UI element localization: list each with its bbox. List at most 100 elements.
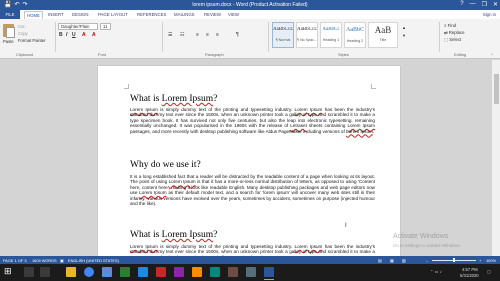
paste-button[interactable]: Paste	[3, 39, 14, 44]
minimize-button[interactable]: —	[470, 1, 476, 8]
clock-date[interactable]: 5/31/2020	[460, 273, 479, 278]
notifications-icon[interactable]: ▢	[487, 269, 491, 274]
find-button[interactable]: ⌕ Find	[444, 23, 456, 28]
align-right-icon[interactable]: ≡	[216, 32, 219, 38]
app-icon[interactable]	[138, 267, 148, 277]
tab-insert[interactable]: INSERT	[48, 12, 64, 17]
file-explorer-icon[interactable]	[66, 267, 76, 277]
help-button[interactable]: ?	[460, 1, 463, 8]
print-layout-icon[interactable]: ▦	[390, 258, 394, 263]
close-button[interactable]: ✕	[493, 1, 498, 8]
app-icon[interactable]	[120, 267, 130, 277]
zoom-out-button[interactable]: –	[426, 258, 428, 263]
zoom-level[interactable]: 100%	[486, 258, 496, 263]
heading-why-do-we-use-it[interactable]: Why do we use it?	[130, 160, 370, 170]
app-icon[interactable]	[174, 267, 184, 277]
margin-mark	[371, 84, 376, 89]
zoom-in-button[interactable]: +	[479, 258, 481, 263]
zoom-slider-knob[interactable]	[453, 258, 455, 262]
vertical-scrollbar[interactable]	[492, 60, 500, 272]
tab-file[interactable]: FILE	[0, 10, 20, 19]
document-page[interactable]: What is Lorem Ipsum? Lorem Ipsum is simp…	[98, 66, 400, 272]
style-heading-1[interactable]: AaBbCc Heading 1	[320, 22, 342, 48]
tab-references[interactable]: REFERENCES	[137, 12, 166, 17]
app-icon[interactable]	[228, 267, 238, 277]
clock-time[interactable]: 4:57 PM	[462, 267, 478, 272]
paragraph-why-use[interactable]: It is a long established fact that a rea…	[130, 174, 375, 206]
style-heading-2[interactable]: AaBbC Heading 2	[344, 22, 366, 48]
italic-button[interactable]: I	[66, 32, 67, 38]
bullets-icon[interactable]: ☰	[168, 32, 172, 38]
app-icon[interactable]	[210, 267, 220, 277]
underline-button[interactable]: U	[72, 32, 76, 38]
cut-button[interactable]: Cut	[18, 24, 25, 29]
page-count[interactable]: PAGE 1 OF 3	[3, 258, 27, 263]
align-left-icon[interactable]: ≡	[196, 32, 199, 38]
read-mode-icon[interactable]: ▤	[378, 258, 382, 263]
spellcheck-word[interactable]: Lorem Ipsum	[346, 129, 373, 134]
document-area[interactable]: What is Lorem Ipsum? Lorem Ipsum is simp…	[0, 60, 500, 272]
find-label: Find	[447, 23, 456, 28]
spellcheck-word[interactable]: Lorem Ipsum	[169, 179, 196, 184]
styles-more-icon[interactable]: ▼	[402, 33, 406, 38]
copy-button[interactable]: Copy	[18, 31, 28, 36]
style-normal[interactable]: AaBbCcDc ¶ Normal	[272, 22, 294, 48]
spellcheck-word[interactable]: Lorem Ipsum	[130, 107, 158, 112]
spellcheck-word[interactable]: Lorem Ipsum	[162, 94, 213, 104]
spellcheck-word[interactable]: Lorem Ipsum	[295, 107, 323, 112]
restore-button[interactable]: ❐	[482, 1, 487, 8]
start-button-icon[interactable]: ⊞	[4, 266, 14, 276]
group-divider	[162, 22, 163, 52]
format-painter-button[interactable]: Format Painter	[18, 38, 46, 43]
replace-button[interactable]: ⇄ Replace	[444, 30, 465, 36]
heading-what-is-lorem-ipsum-2[interactable]: What is Lorem Ipsum?	[130, 230, 370, 240]
activate-windows-subtitle: Go to Settings to activate Windows.	[393, 243, 461, 248]
font-color-icon[interactable]: A	[92, 32, 96, 38]
web-layout-icon[interactable]: ▧	[402, 258, 406, 263]
text-highlight-icon[interactable]: A	[82, 32, 86, 38]
language-indicator[interactable]: ENGLISH (UNITED STATES)	[68, 258, 119, 263]
system-tray-icons[interactable]: ⌃ ▭ ♪	[430, 269, 442, 274]
app-icon[interactable]	[156, 267, 166, 277]
tab-design[interactable]: DESIGN	[72, 12, 88, 17]
task-view-icon[interactable]	[40, 267, 50, 277]
tab-mailings[interactable]: MAILINGS	[174, 12, 195, 17]
paragraph-what-is[interactable]: Lorem Ipsum is simply dummy text of the …	[130, 107, 375, 134]
center-icon[interactable]: ≡	[206, 32, 209, 38]
style-name: Title	[379, 38, 387, 42]
spellcheck-word[interactable]: Lorem Ipsum	[130, 244, 158, 249]
font-group-label: Font	[98, 52, 107, 57]
spellcheck-word[interactable]: Lorem Ipsum	[295, 244, 323, 249]
search-icon[interactable]	[24, 267, 34, 277]
styles-scroll-icon[interactable]: ▲	[402, 25, 406, 30]
heading-what-is-lorem-ipsum[interactable]: What is Lorem Ipsum?	[130, 94, 370, 104]
tab-view[interactable]: VIEW	[228, 12, 239, 17]
proofing-icon[interactable]: ▣	[60, 258, 64, 263]
spellcheck-word[interactable]: Letraset	[290, 123, 307, 128]
tab-home[interactable]: HOME	[24, 11, 43, 19]
spellcheck-word[interactable]: Lorem Ipsum	[139, 190, 166, 195]
pilcrow-icon[interactable]: ¶	[236, 32, 239, 38]
sign-in-link[interactable]: Sign in	[483, 12, 496, 17]
tab-review[interactable]: REVIEW	[204, 12, 221, 17]
chrome-icon[interactable]	[84, 267, 94, 277]
app-icon[interactable]	[192, 267, 202, 277]
paste-icon[interactable]	[3, 24, 15, 38]
app-icon[interactable]	[102, 267, 112, 277]
spellcheck-word[interactable]: Lorem Ipsum	[347, 123, 375, 128]
scrollbar-thumb[interactable]	[493, 74, 499, 104]
select-button[interactable]: ⬚ Select	[444, 37, 461, 43]
word-count[interactable]: 1609 WORDS	[32, 258, 57, 263]
font-size-box[interactable]: 11	[100, 23, 111, 30]
style-title[interactable]: AaB Title	[368, 22, 398, 48]
app-icon[interactable]	[246, 267, 256, 277]
tab-page-layout[interactable]: PAGE LAYOUT	[98, 12, 128, 17]
style-no-spacing[interactable]: AaBbCcDc ¶ No Spac...	[296, 22, 318, 48]
collapse-ribbon-icon[interactable]: ^	[491, 52, 493, 57]
font-name-box[interactable]: Daughter/Plain	[58, 23, 98, 30]
ribbon-tabs: FILE HOME INSERT DESIGN PAGE LAYOUT REFE…	[0, 10, 500, 19]
word-taskbar-icon[interactable]	[264, 267, 274, 280]
spellcheck-word[interactable]: Lorem Ipsum	[162, 230, 213, 240]
bold-button[interactable]: B	[59, 32, 63, 38]
numbering-icon[interactable]: ☷	[180, 32, 184, 38]
